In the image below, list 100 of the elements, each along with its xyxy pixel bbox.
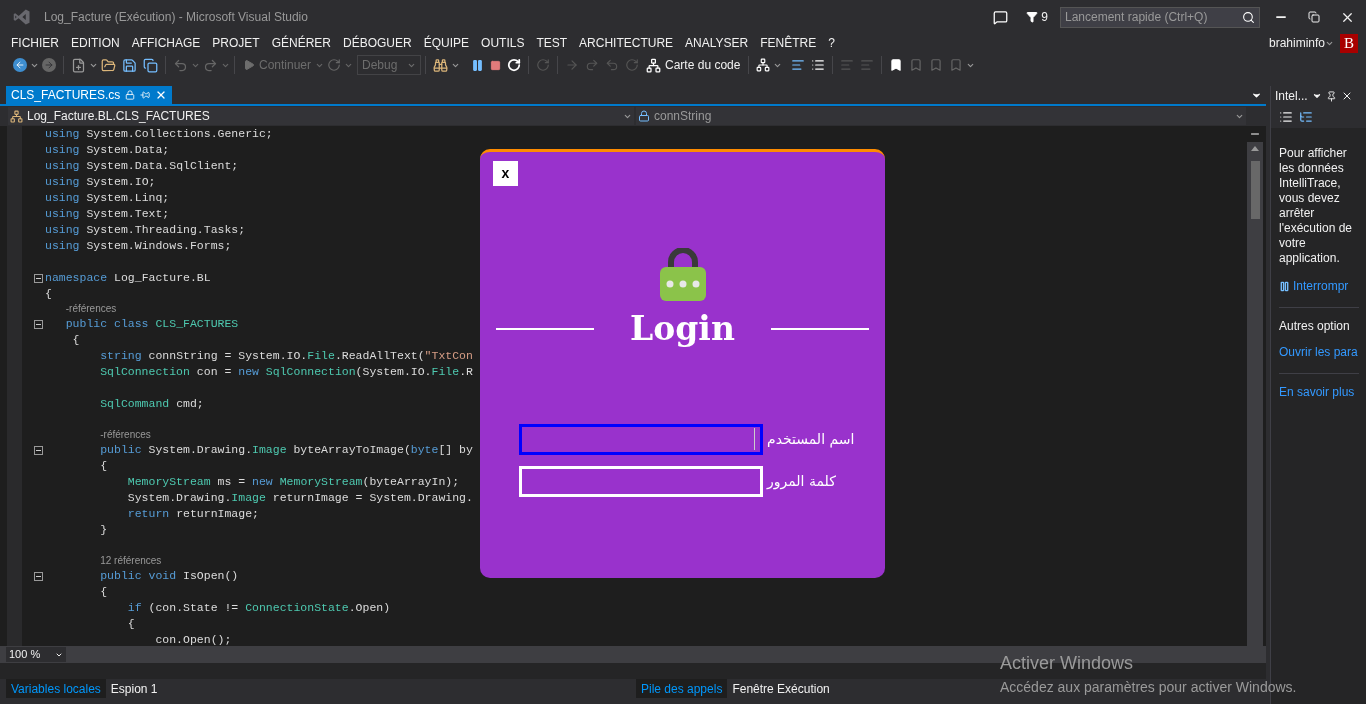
section-label: Autres option <box>1279 319 1351 334</box>
menu-item[interactable]: ÉQUIPE <box>417 34 476 52</box>
uncomment-icon <box>860 58 875 72</box>
menu-item[interactable]: FENÊTRE <box>754 34 823 52</box>
settings-link[interactable]: Ouvrir les para <box>1279 345 1366 360</box>
comment-icon <box>840 58 855 72</box>
field-label: اسم المستخدم <box>767 429 855 450</box>
code-line: { <box>126 616 135 632</box>
menu-item[interactable]: ANALYSER <box>679 34 755 52</box>
binoculars-icon <box>433 57 449 73</box>
user-avatar[interactable]: B <box>1340 33 1358 53</box>
pin-icon[interactable] <box>1325 90 1337 102</box>
tool-window-tab[interactable]: Pile des appels <box>636 679 728 698</box>
menu-item[interactable]: PROJET <box>206 34 266 52</box>
code-line: return returnImage; <box>126 506 259 522</box>
break-link[interactable]: Interrompr <box>1293 279 1349 294</box>
code-line: public System.Drawing.Image byteArrayToImage(byte[] by <box>99 442 473 458</box>
collapse-toggle[interactable] <box>34 319 43 329</box>
collapse-toggle[interactable] <box>34 571 43 581</box>
tool-window-tab[interactable]: Espion 1 <box>105 679 163 698</box>
field-lock-icon <box>638 110 650 122</box>
menu-item[interactable]: ? <box>822 34 841 52</box>
list-icon <box>811 58 826 72</box>
code-line: using System.Windows.Forms; <box>45 238 232 254</box>
code-lens[interactable]: -références <box>45 301 117 317</box>
menu-item[interactable]: ARCHITECTURE <box>573 34 680 52</box>
folder-icon <box>101 57 116 73</box>
info-message: Pour afficher les données IntelliTrace, vous devez arrêter l'exécution de votre application. <box>1279 146 1353 266</box>
scroll-up-arrow[interactable] <box>1251 146 1259 151</box>
user-name[interactable]: brahiminfo <box>1268 34 1325 52</box>
restart-icon <box>507 58 522 72</box>
tool-window-tab[interactable]: Variables locales <box>6 679 106 698</box>
caret-icon[interactable] <box>1311 91 1322 101</box>
scroll-thumb[interactable] <box>1250 161 1260 219</box>
code-line: { <box>71 332 80 348</box>
field-label: كلمة المرور <box>767 471 836 492</box>
menu-item[interactable]: AFFICHAGE <box>125 34 207 52</box>
notification-count[interactable]: 9 <box>1041 8 1048 26</box>
tree-list-icon[interactable] <box>1299 110 1313 124</box>
bookmark-icon <box>889 58 904 72</box>
feedback-icon[interactable] <box>993 9 1009 25</box>
menu-item[interactable]: OUTILS <box>475 34 531 52</box>
padlock-icon <box>658 248 707 302</box>
code-line: } <box>99 522 108 538</box>
class-icon <box>10 109 23 123</box>
code-line: public void IsOpen() <box>99 568 239 584</box>
learn-more-link[interactable]: En savoir plus <box>1279 385 1366 400</box>
code-line: System.Drawing.Image returnImage = System.Drawing. <box>126 490 473 506</box>
member-dropdown[interactable]: connString <box>636 107 1246 125</box>
menu-item[interactable]: TEST <box>530 34 574 52</box>
code-line: using System.Linq; <box>45 190 170 206</box>
menu-item[interactable]: EDITION <box>65 34 126 52</box>
login-heading: Login <box>630 308 735 350</box>
lock-icon <box>125 90 136 100</box>
tab-label[interactable]: CLS_FACTURES.cs <box>11 86 121 104</box>
collapse-toggle[interactable] <box>34 445 43 455</box>
new-file-icon <box>71 57 86 73</box>
code-line: using System.IO; <box>45 174 156 190</box>
refresh-icon <box>536 58 551 72</box>
menu-item[interactable]: DÉBOGUER <box>337 34 418 52</box>
play-icon <box>243 59 255 71</box>
code-line: { <box>45 286 52 302</box>
bookmark-icon <box>909 58 924 72</box>
menu-item[interactable]: FICHIER <box>5 34 65 52</box>
search-icon[interactable] <box>1242 10 1255 24</box>
type-dropdown[interactable]: Log_Facture.BL.CLS_FACTURES <box>8 107 634 125</box>
code-line: string connString = System.IO.File.ReadAllText("TxtCon <box>99 348 473 364</box>
zoom-dropdown[interactable]: 100 % <box>6 647 66 662</box>
bookmark-icon <box>929 58 944 72</box>
code-line: if (con.State != ConnectionState.Open) <box>126 600 391 616</box>
restore-icon[interactable] <box>1308 11 1320 23</box>
forward-icon <box>42 58 56 72</box>
menu-item[interactable]: GÉNÉRER <box>265 34 338 52</box>
save-all-icon <box>143 57 158 73</box>
close-button[interactable]: x <box>493 161 518 186</box>
document-tab[interactable]: CLS_FACTURES.cs <box>6 86 173 104</box>
code-line: { <box>99 458 108 474</box>
code-map-button[interactable]: Carte du code <box>642 55 745 75</box>
filter-icon[interactable] <box>1026 11 1039 23</box>
pause-icon <box>1279 281 1290 292</box>
tool-window-tab[interactable]: Fenêtre Exécution <box>727 679 835 698</box>
list-icon[interactable] <box>1279 110 1293 124</box>
code-line: using System.Text; <box>45 206 170 222</box>
vertical-scrollbar[interactable] <box>1247 126 1263 646</box>
quick-launch-field[interactable]: Lancement rapide (Ctrl+Q) <box>1060 6 1260 28</box>
text-field[interactable] <box>519 423 763 455</box>
restart-icon <box>327 58 342 72</box>
window-title: Log_Facture (Exécution) - Microsoft Visual Studio <box>44 9 308 26</box>
pause-icon <box>471 58 485 72</box>
activation-title: Activer Windows <box>1000 652 1135 675</box>
code-lens[interactable]: 12 références <box>45 553 162 569</box>
text-cursor <box>754 428 755 450</box>
code-line: public class CLS_FACTURES <box>64 316 239 332</box>
collapse-toggle[interactable] <box>34 273 43 283</box>
infinity-logo-icon <box>13 8 31 26</box>
stop-icon <box>490 59 502 71</box>
redo-icon <box>203 57 218 73</box>
code-lens[interactable]: -références <box>45 427 151 443</box>
code-line: con.Open(); <box>154 632 232 646</box>
undo-icon <box>173 57 188 73</box>
